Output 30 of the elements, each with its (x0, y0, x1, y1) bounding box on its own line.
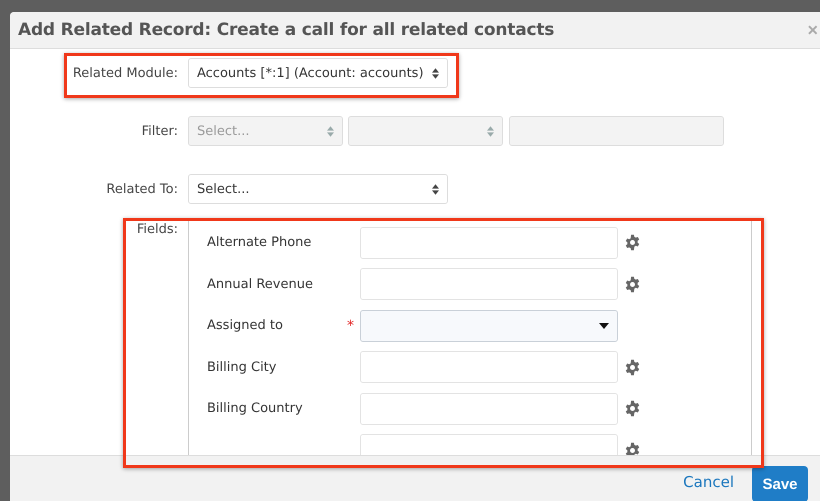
related-module-select[interactable]: Accounts [*:1] (Account: accounts) (188, 58, 448, 88)
settings-icon[interactable] (624, 234, 641, 252)
save-button[interactable]: Save (752, 466, 808, 501)
caret-icon (599, 322, 609, 329)
field-name: Billing City (207, 360, 276, 375)
field-label: Filter: (140, 124, 179, 138)
field-label: Fields: (136, 221, 179, 237)
field-name: Billing Country (207, 401, 303, 416)
settings-icon[interactable] (624, 400, 641, 418)
sort-arrows-icon (327, 126, 334, 136)
related-to-select[interactable]: Select... (188, 174, 448, 204)
field-label: Related To: (105, 182, 179, 196)
sort-arrows-icon (487, 126, 494, 136)
settings-icon[interactable] (624, 358, 641, 376)
required-asterisk: * (347, 318, 354, 334)
dropdown-select[interactable] (360, 310, 618, 342)
dialog-title: Add Related Record: Create a call for all related contacts (18, 20, 554, 40)
text-input[interactable] (360, 351, 618, 384)
cancel-link[interactable]: Cancel (683, 473, 734, 491)
field-label: Related Module: (72, 66, 179, 80)
field-name: Alternate Phone (207, 235, 312, 250)
text-input[interactable] (360, 392, 618, 425)
field-name: Assigned to (207, 318, 283, 334)
text-input[interactable] (360, 226, 618, 259)
settings-icon[interactable] (624, 276, 641, 293)
settings-icon[interactable] (624, 442, 641, 455)
field-name: Annual Revenue (207, 276, 313, 292)
sort-arrows-icon (432, 68, 439, 78)
text-input[interactable] (360, 268, 618, 300)
sort-arrows-icon (432, 184, 439, 194)
